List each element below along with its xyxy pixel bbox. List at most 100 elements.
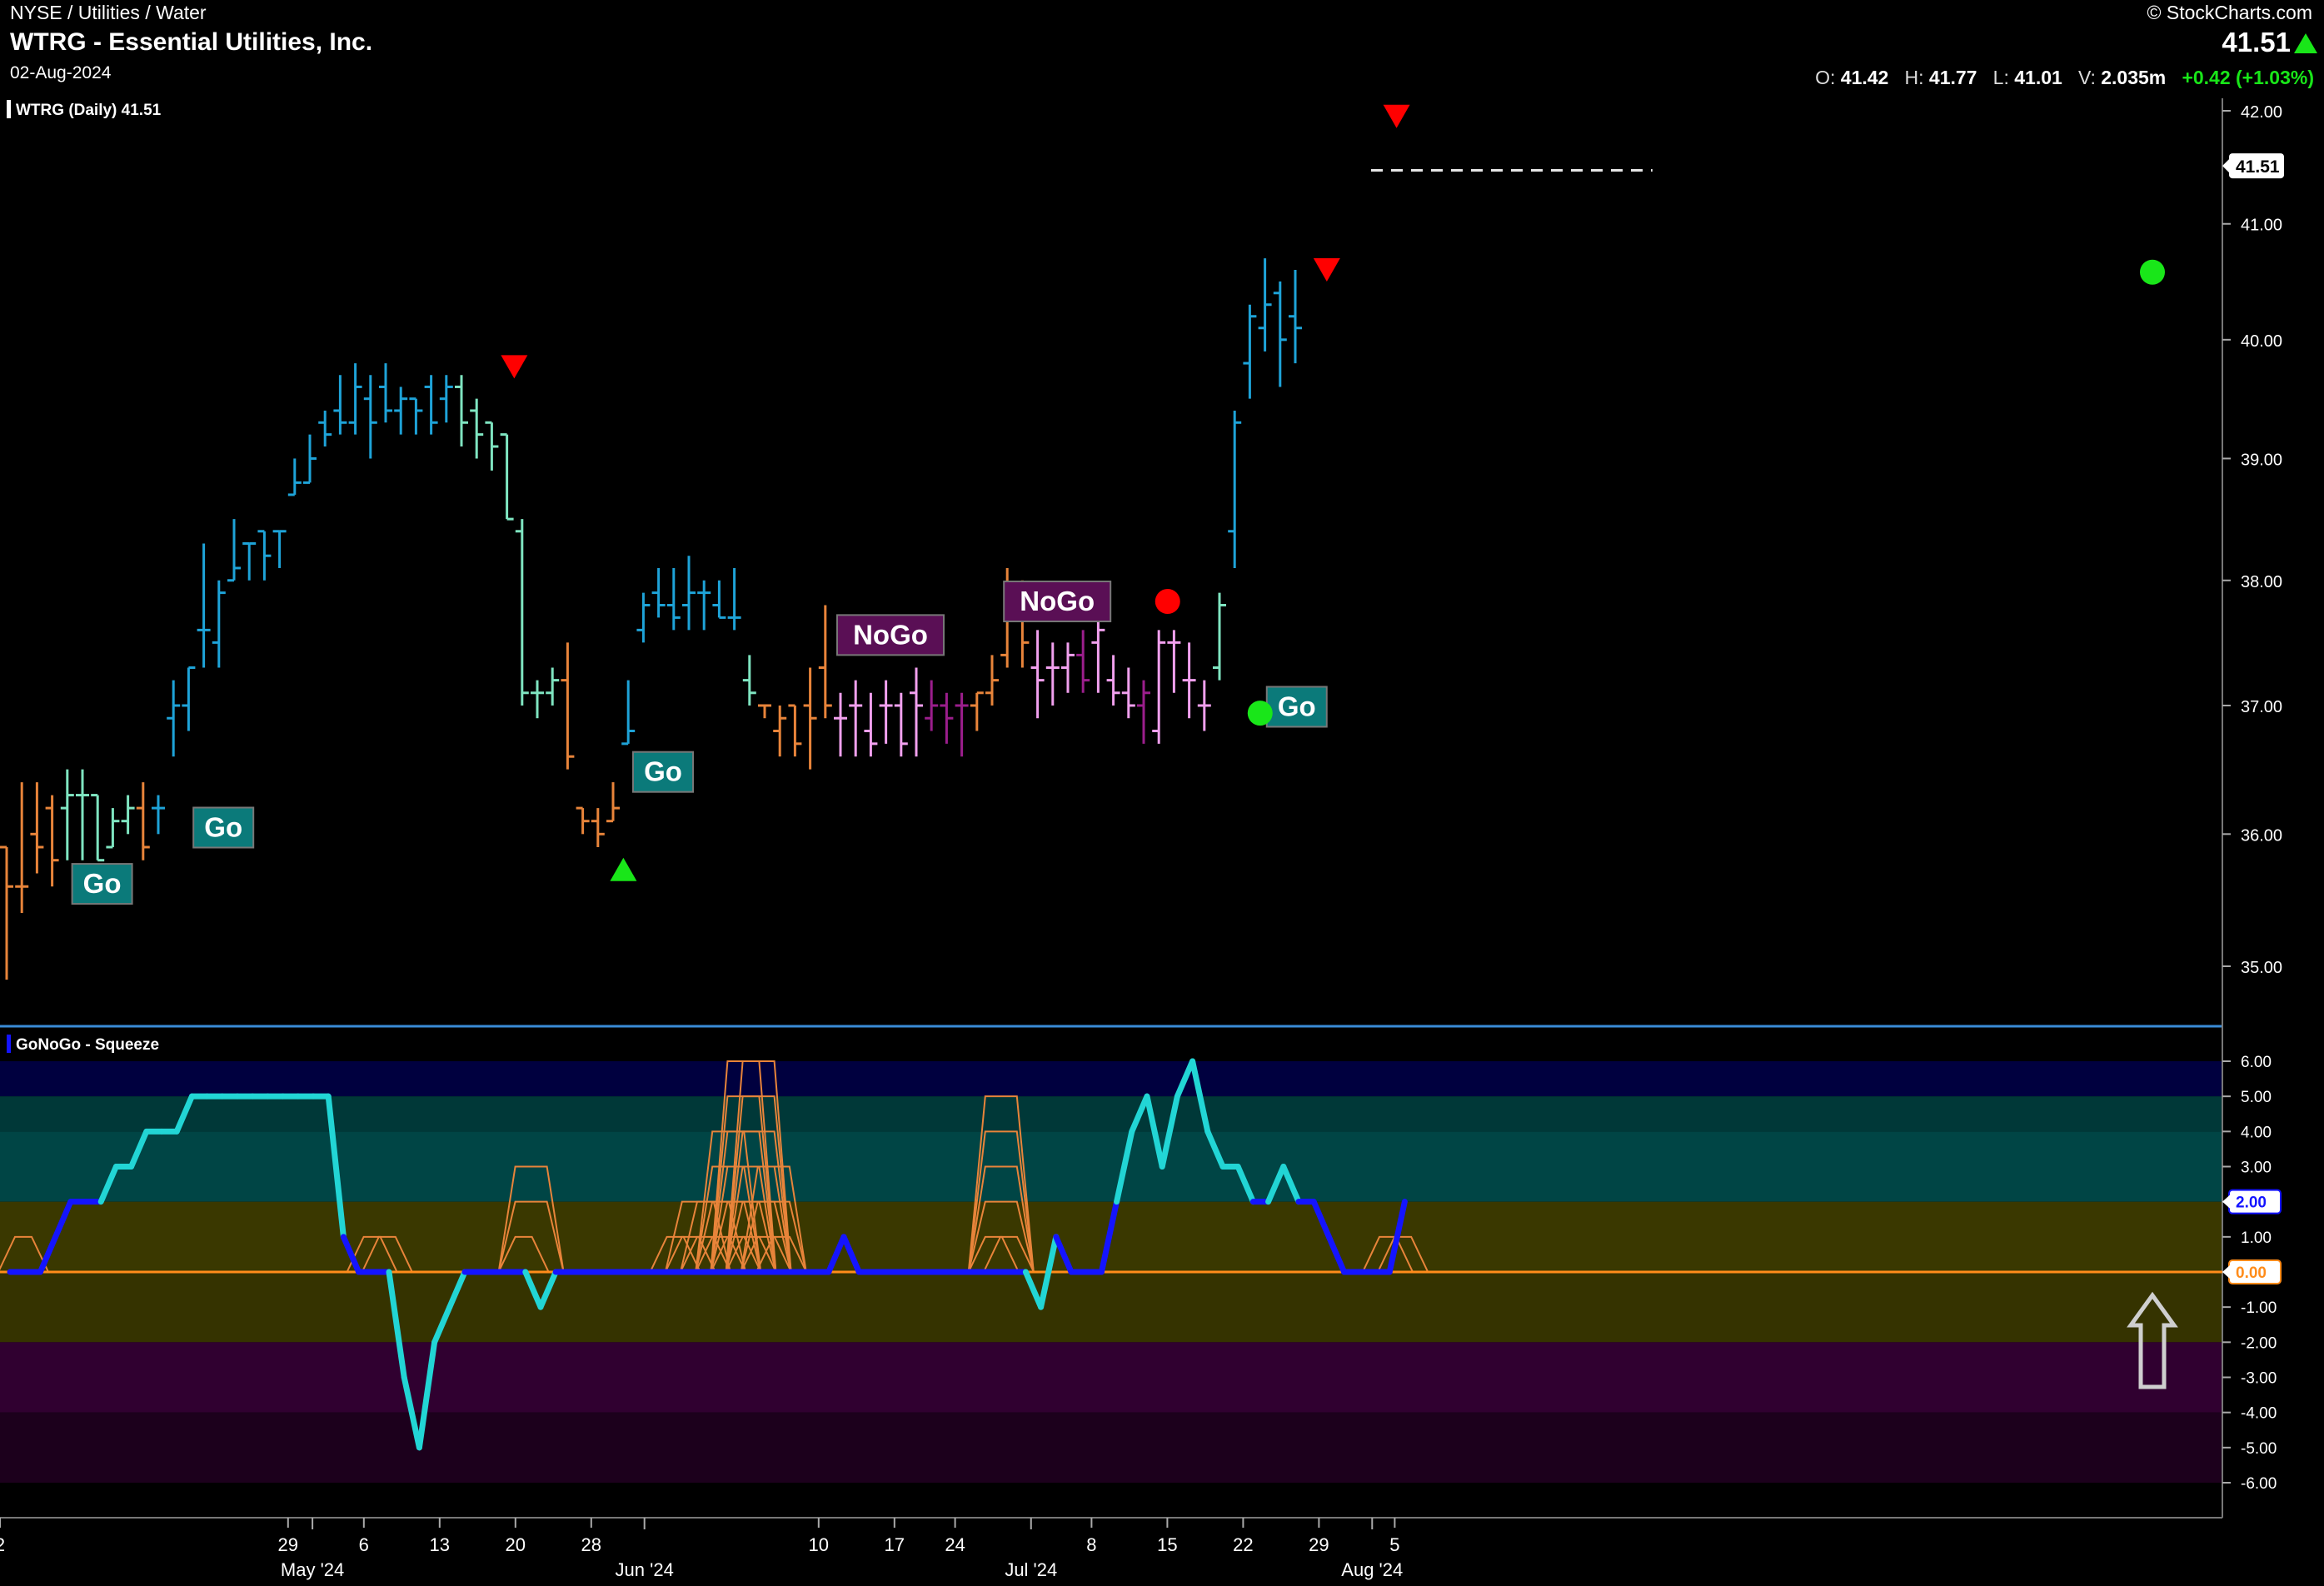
price-bar [424, 375, 438, 435]
price-bar [546, 667, 560, 706]
price-bar [910, 667, 923, 757]
date-axis: 2 29 6 13 20 28 10 17 24 8 15 22 29 5 May '24 Jun '24 Ju… [0, 1518, 1403, 1580]
oscillator-tick-label: 1.00 [2241, 1229, 2272, 1247]
date-tick-label: 15 [1157, 1534, 1177, 1555]
oscillator-band-4 [0, 1272, 2222, 1343]
date-tick-label: 10 [809, 1534, 829, 1555]
price-bar [15, 782, 29, 913]
chart-canvas[interactable]: 42.00 41.00 40.00 39.00 38.00 37.00 36.00 35.00… [0, 0, 2324, 1586]
price-bar [1121, 667, 1135, 719]
price-bar [727, 567, 741, 631]
price-bar [849, 680, 863, 757]
month-label: Jul '24 [1005, 1559, 1057, 1580]
price-bar [287, 458, 302, 496]
down-triangle-signal [1383, 104, 1410, 128]
price-bar [1045, 642, 1060, 706]
oscillator-value-label: 2.00 [2236, 1194, 2267, 1212]
oscillator-axis: 6.00 5.00 4.00 3.00 2.00 1.00 0.00 -1.00 -2.00 -3… [2222, 1054, 2282, 1493]
price-bar [363, 375, 377, 459]
price-bar [1197, 680, 1211, 731]
date-tick-label: 29 [1309, 1534, 1329, 1555]
date-tick-label: 17 [885, 1534, 905, 1555]
price-bar [666, 567, 681, 631]
nogo-label: NoGo [1020, 586, 1095, 616]
price-bar [894, 692, 908, 757]
date-tick-label: 5 [1389, 1534, 1399, 1555]
price-bar [227, 519, 241, 582]
oscillator-tick-label: -4.00 [2241, 1405, 2277, 1423]
date-tick-label: 29 [278, 1534, 298, 1555]
price-legend-swatch [7, 100, 11, 118]
date-tick-label: 22 [1233, 1534, 1253, 1555]
price-bar [485, 421, 499, 471]
oscillator-value-label: 0.00 [2236, 1264, 2267, 1282]
date-tick-label: 24 [945, 1534, 965, 1555]
go-label: Go [1278, 691, 1316, 722]
price-tick-label: 38.00 [2241, 573, 2282, 591]
price-bar [1228, 410, 1242, 568]
oscillator-tick-label: 5.00 [2241, 1089, 2272, 1106]
price-bar [591, 808, 605, 847]
date-tick-label: 28 [581, 1534, 601, 1555]
price-bar [606, 782, 620, 823]
date-tick-label: 6 [359, 1534, 369, 1555]
red-dot-signal [1155, 589, 1180, 615]
oscillator-legend-text: GoNoGo - Squeeze [16, 1036, 160, 1054]
price-bar [742, 655, 756, 706]
price-bar [272, 530, 287, 568]
price-bar [45, 795, 59, 887]
price-bar [106, 808, 120, 849]
chart-window: NYSE / Utilities / Water WTRG - Essentia… [0, 0, 2324, 1586]
price-bar [834, 692, 847, 757]
oscillator-legend-swatch [7, 1035, 11, 1053]
price-tick-label: 41.00 [2241, 217, 2282, 235]
price-tick-label: 37.00 [2241, 698, 2282, 716]
down-triangle-signal [501, 355, 528, 379]
price-bar [940, 692, 954, 744]
price-bar [348, 363, 362, 435]
price-bar [60, 769, 74, 860]
oscillator-bands [0, 98, 2223, 1519]
green-dot-signal [1247, 701, 1273, 726]
price-bar [1182, 642, 1196, 719]
price-bar [682, 556, 696, 631]
go-label: Go [204, 811, 242, 842]
price-bar [257, 530, 272, 581]
price-bar [1273, 281, 1287, 387]
price-bar [409, 397, 423, 435]
price-bar [1030, 630, 1045, 719]
price-bar [0, 845, 13, 980]
price-bar [1076, 630, 1090, 693]
date-tick-label: 20 [506, 1534, 526, 1555]
down-triangle-signal [1313, 257, 1340, 282]
month-label: Aug '24 [1341, 1559, 1403, 1580]
price-bar [500, 433, 514, 521]
price-bar [970, 691, 984, 731]
price-bar [1137, 680, 1150, 744]
oscillator-tick-label: -6.00 [2241, 1475, 2277, 1493]
price-bar [182, 666, 196, 731]
price-tick-label: 40.00 [2241, 332, 2282, 351]
price-bar [515, 519, 529, 706]
price-bar [394, 387, 408, 435]
last-value-label: 41.51 [2236, 157, 2280, 177]
month-label: May '24 [281, 1559, 344, 1580]
price-bar [955, 692, 969, 757]
price-bar [91, 794, 105, 862]
price-bar [1106, 655, 1120, 706]
oscillator-legend: GoNoGo - Squeeze [7, 1035, 159, 1055]
price-tick-label: 36.00 [2241, 826, 2282, 845]
price-bar [212, 580, 226, 668]
oscillator-value-tag-pointer [2222, 1194, 2231, 1209]
price-bar [318, 410, 332, 447]
price-bar [531, 680, 544, 719]
price-bar [925, 680, 939, 731]
price-axis: 42.00 41.00 40.00 39.00 38.00 37.00 36.00 35.00… [2222, 103, 2284, 977]
price-bar [879, 680, 893, 744]
green-dot-signal [2140, 259, 2165, 285]
price-bar [758, 704, 771, 719]
price-bar [1289, 269, 1302, 364]
price-bar [1213, 592, 1226, 681]
date-tick-label: 13 [430, 1534, 450, 1555]
price-bar [788, 704, 802, 757]
